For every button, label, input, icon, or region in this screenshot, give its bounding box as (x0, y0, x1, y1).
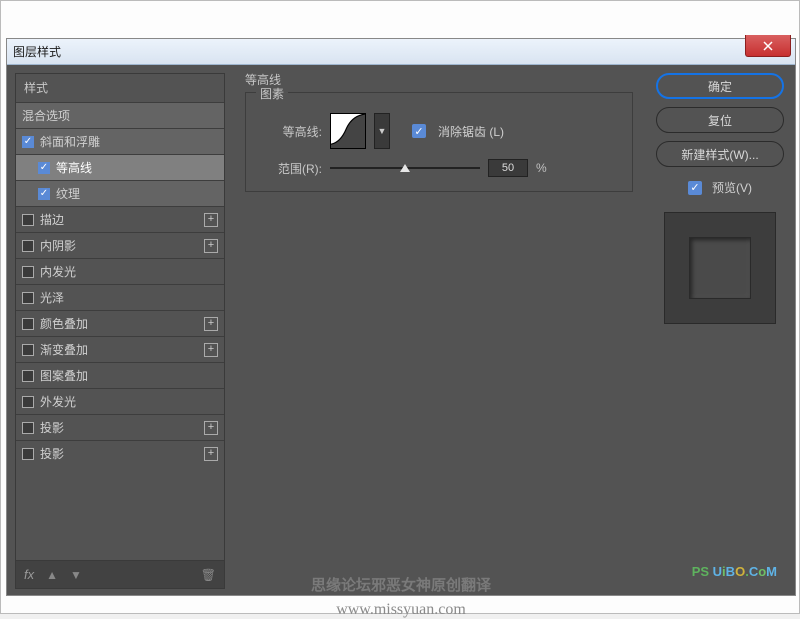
reset-button[interactable]: 复位 (656, 107, 784, 133)
style-item-label: 描边 (40, 211, 64, 228)
style-item-drop-shadow-2[interactable]: 投影 + (16, 440, 224, 466)
arrow-up-icon[interactable]: ▲ (46, 568, 58, 582)
preview-toggle[interactable]: ✓ 预览(V) (688, 179, 752, 196)
add-icon[interactable]: + (204, 317, 218, 331)
checkbox[interactable] (22, 240, 34, 252)
panel-title: 等高线 (245, 71, 633, 88)
style-item-label: 内发光 (40, 263, 76, 280)
checkbox[interactable] (22, 422, 34, 434)
checkbox[interactable] (22, 448, 34, 460)
close-button[interactable] (745, 35, 791, 57)
style-item-bevel[interactable]: ✓ 斜面和浮雕 (16, 128, 224, 154)
add-icon[interactable]: + (204, 239, 218, 253)
checkbox[interactable]: ✓ (38, 188, 50, 200)
group-legend: 图素 (256, 85, 288, 102)
contour-picker[interactable] (330, 113, 366, 149)
style-item-label: 外发光 (40, 393, 76, 410)
new-style-button[interactable]: 新建样式(W)... (656, 141, 784, 167)
preview-label: 预览(V) (712, 179, 752, 196)
preview-checkbox[interactable]: ✓ (688, 181, 702, 195)
app-frame: 图层样式 样式 混合选项 ✓ 斜面和浮雕 ✓ (0, 0, 800, 614)
styles-column: 样式 混合选项 ✓ 斜面和浮雕 ✓ 等高线 ✓ 纹理 (7, 65, 233, 595)
range-row: 范围(R): 50 % (258, 159, 620, 177)
style-item-gradient-overlay[interactable]: 渐变叠加 + (16, 336, 224, 362)
style-item-pattern-overlay[interactable]: 图案叠加 (16, 362, 224, 388)
styles-list: 样式 混合选项 ✓ 斜面和浮雕 ✓ 等高线 ✓ 纹理 (15, 73, 225, 561)
style-item-label: 投影 (40, 419, 64, 436)
styles-header: 样式 (16, 74, 224, 102)
close-icon (763, 41, 773, 51)
anti-alias-label: 消除锯齿 (L) (438, 123, 504, 140)
titlebar: 图层样式 (7, 39, 795, 65)
checkbox[interactable] (22, 292, 34, 304)
style-item-label: 投影 (40, 445, 64, 462)
add-icon[interactable]: + (204, 343, 218, 357)
slider-thumb-icon[interactable] (400, 164, 410, 172)
contour-label: 等高线: (258, 123, 322, 140)
layer-style-dialog: 图层样式 样式 混合选项 ✓ 斜面和浮雕 ✓ (7, 39, 795, 595)
checkbox[interactable] (22, 344, 34, 356)
styles-footer: fx ▲ ▼ 🗑 (15, 561, 225, 589)
add-icon[interactable]: + (204, 421, 218, 435)
trash-icon[interactable]: 🗑 (201, 568, 216, 582)
contour-curve-icon (331, 114, 365, 148)
range-label: 范围(R): (258, 160, 322, 177)
checkbox[interactable]: ✓ (38, 162, 50, 174)
contour-row: 等高线: ▼ ✓ 消除锯齿 (L) (258, 113, 620, 149)
arrow-down-icon[interactable]: ▼ (70, 568, 82, 582)
style-item-contour[interactable]: ✓ 等高线 (16, 154, 224, 180)
style-item-label: 图案叠加 (40, 367, 88, 384)
style-item-label: 光泽 (40, 289, 64, 306)
style-item-color-overlay[interactable]: 颜色叠加 + (16, 310, 224, 336)
style-item-label: 等高线 (56, 159, 92, 176)
style-item-inner-shadow[interactable]: 内阴影 + (16, 232, 224, 258)
checkbox[interactable] (22, 318, 34, 330)
range-value-input[interactable]: 50 (488, 159, 528, 177)
blending-options-row[interactable]: 混合选项 (16, 102, 224, 128)
actions-column: 确定 复位 新建样式(W)... ✓ 预览(V) (645, 65, 795, 595)
add-icon[interactable]: + (204, 213, 218, 227)
ok-button[interactable]: 确定 (656, 73, 784, 99)
style-item-drop-shadow-1[interactable]: 投影 + (16, 414, 224, 440)
window-title: 图层样式 (13, 43, 61, 60)
checkbox[interactable]: ✓ (22, 136, 34, 148)
settings-column: 等高线 图素 等高线: ▼ ✓ 消除 (233, 65, 645, 595)
watermark-text-2: www.missyuan.com (7, 601, 795, 619)
preview-box (664, 212, 776, 324)
style-item-label: 内阴影 (40, 237, 76, 254)
checkbox[interactable] (22, 396, 34, 408)
checkbox[interactable] (22, 266, 34, 278)
anti-alias-checkbox[interactable]: ✓ (412, 124, 426, 138)
style-item-satin[interactable]: 光泽 (16, 284, 224, 310)
dialog-body: 样式 混合选项 ✓ 斜面和浮雕 ✓ 等高线 ✓ 纹理 (7, 65, 795, 595)
watermark-logo: PS UiBO.CoM (692, 564, 777, 579)
style-item-label: 渐变叠加 (40, 341, 88, 358)
range-slider[interactable] (330, 167, 480, 169)
style-item-label: 斜面和浮雕 (40, 133, 100, 150)
fx-menu-button[interactable]: fx (24, 567, 34, 582)
style-item-stroke[interactable]: 描边 + (16, 206, 224, 232)
style-item-outer-glow[interactable]: 外发光 (16, 388, 224, 414)
range-unit: % (536, 161, 547, 175)
checkbox[interactable] (22, 214, 34, 226)
style-item-inner-glow[interactable]: 内发光 (16, 258, 224, 284)
style-item-label: 颜色叠加 (40, 315, 88, 332)
add-icon[interactable]: + (204, 447, 218, 461)
blending-options-label: 混合选项 (22, 107, 70, 124)
contour-dropdown-button[interactable]: ▼ (374, 113, 390, 149)
style-item-label: 纹理 (56, 185, 80, 202)
preview-swatch (689, 237, 751, 299)
checkbox[interactable] (22, 370, 34, 382)
style-item-texture[interactable]: ✓ 纹理 (16, 180, 224, 206)
elements-group: 图素 等高线: ▼ ✓ 消除锯齿 (L) (245, 92, 633, 192)
